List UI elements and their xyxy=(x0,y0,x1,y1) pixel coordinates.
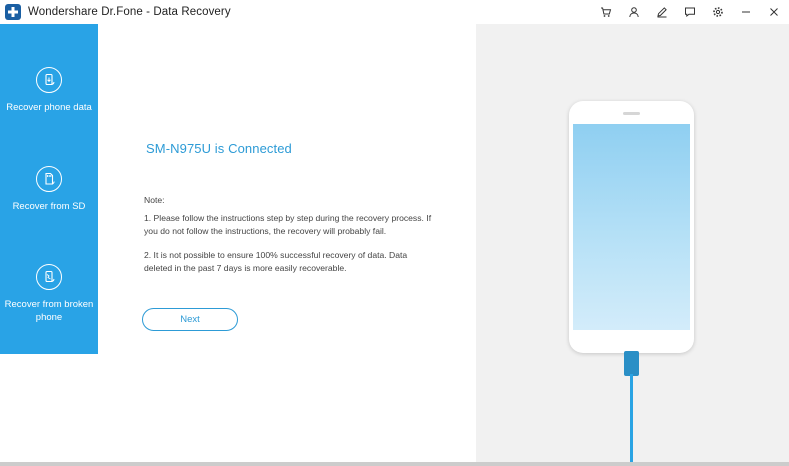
sidebar-item-recover-from-broken-phone[interactable]: Recover from broken phone xyxy=(0,264,98,324)
phone-screen xyxy=(573,124,690,330)
window-title: Wondershare Dr.Fone - Data Recovery xyxy=(28,6,231,18)
note-block: Note: 1. Please follow the instructions … xyxy=(144,194,434,274)
sidebar-item-label: Recover phone data xyxy=(6,102,92,113)
note-item-1: 1. Please follow the instructions step b… xyxy=(144,213,432,236)
sidebar-item-recover-from-whatsapp[interactable]: Recover from WhatsApp xyxy=(0,354,98,462)
sidebar-item-label: Recover from broken phone xyxy=(4,299,94,323)
sidebar-item-recover-phone-data[interactable]: Recover phone data xyxy=(0,67,98,114)
device-illustration-panel xyxy=(476,24,789,462)
settings-icon[interactable] xyxy=(709,3,727,21)
close-icon[interactable] xyxy=(765,3,783,21)
sidebar-item-recover-from-sd[interactable]: Recover from SD xyxy=(0,166,98,213)
edit-icon[interactable] xyxy=(653,3,671,21)
next-button[interactable]: Next xyxy=(142,308,238,331)
sidebar-item-label: Recover from WhatsApp xyxy=(20,402,78,426)
phone-recover-icon xyxy=(36,67,62,93)
title-bar-controls xyxy=(587,3,783,21)
phone-illustration xyxy=(569,101,694,353)
sidebar-item-label: Recover from SD xyxy=(12,201,86,212)
feedback-icon[interactable] xyxy=(681,3,699,21)
note-item-2: 2. It is not possible to ensure 100% suc… xyxy=(144,250,408,273)
cart-icon[interactable] xyxy=(597,3,615,21)
phone-speaker xyxy=(623,112,640,115)
main-panel: SM-N975U is Connected Note: 1. Please fo… xyxy=(98,24,476,462)
usb-cable xyxy=(630,374,633,462)
device-connected-title: SM-N975U is Connected xyxy=(146,141,292,156)
usb-connector-icon xyxy=(624,351,639,376)
note-heading: Note: xyxy=(144,195,165,205)
user-icon[interactable] xyxy=(625,3,643,21)
window-bottom-edge xyxy=(0,462,789,466)
minimize-icon[interactable] xyxy=(737,3,755,21)
whatsapp-icon xyxy=(36,367,62,393)
sidebar: Recover phone data Recover from SD Recov… xyxy=(0,24,98,462)
app-logo-icon xyxy=(5,4,21,20)
broken-phone-icon xyxy=(36,264,62,290)
title-bar: Wondershare Dr.Fone - Data Recovery xyxy=(0,0,789,24)
sd-card-icon xyxy=(36,166,62,192)
